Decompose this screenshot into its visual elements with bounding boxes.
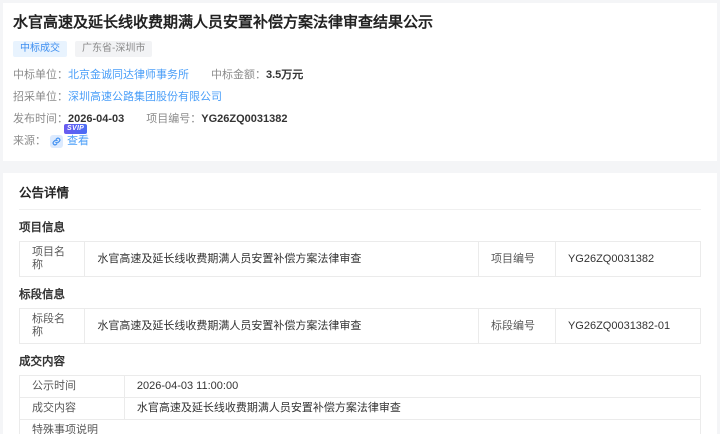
meta-row-source: 来源： 查看 SVIP xyxy=(13,124,707,148)
section-no-value: YG26ZQ0031382-01 xyxy=(554,308,702,344)
page-title: 水官高速及延长线收费期满人员安置补偿方案法律审查结果公示 xyxy=(13,14,434,31)
group-title-section-info: 标段信息 xyxy=(19,289,65,301)
group-title-project-info: 项目信息 xyxy=(19,222,65,234)
publish-label: 发布时间： xyxy=(13,113,68,125)
summary-card: 水官高速及延长线收费期满人员安置补偿方案法律审查结果公示 中标成交 广东省-深圳… xyxy=(3,3,717,161)
group-title-deal-content: 成交内容 xyxy=(19,356,65,368)
deal-content-label: 成交内容 xyxy=(19,397,125,420)
source-label: 来源： xyxy=(13,135,46,147)
meta-row-winner: 中标单位： 北京金诚同达律师事务所 中标金额： 3.5万元 xyxy=(13,68,707,82)
project-name-label: 项目名称 xyxy=(18,241,86,277)
table-row: 特殊事项说明 xyxy=(19,419,701,434)
project-no-cell-label: 项目编号 xyxy=(478,241,556,277)
amount-label: 中标金额： xyxy=(211,69,266,81)
section-no-label: 标段编号 xyxy=(478,308,556,344)
svip-badge[interactable]: SVIP xyxy=(64,124,88,134)
publish-time-value: 2026-04-03 11:00:00 xyxy=(123,375,702,398)
section-name-label: 标段名称 xyxy=(18,308,86,344)
detail-card: 公告详情 项目信息 项目名称 水官高速及延长线收费期满人员安置补偿方案法律审查 … xyxy=(3,173,717,434)
table-row: 公示时间 2026-04-03 11:00:00 xyxy=(19,375,702,398)
special-note-label: 特殊事项说明 xyxy=(19,419,701,434)
deal-content-table: 公示时间 2026-04-03 11:00:00 成交内容 水官高速及延长线收费… xyxy=(19,375,702,434)
badge-row: 中标成交 广东省-深圳市 xyxy=(13,41,707,57)
purchaser-label: 招采单位： xyxy=(13,91,68,103)
table-row: 项目名称 水官高速及延长线收费期满人员安置补偿方案法律审查 项目编号 YG26Z… xyxy=(18,241,702,277)
section-title: 公告详情 xyxy=(19,182,701,210)
deal-content-value: 水官高速及延长线收费期满人员安置补偿方案法律审查 xyxy=(123,397,702,420)
project-no-label: 项目编号： xyxy=(146,113,202,125)
source-view-link[interactable]: 查看 SVIP xyxy=(50,124,89,148)
table-row: 成交内容 水官高速及延长线收费期满人员安置补偿方案法律审查 xyxy=(19,397,702,420)
meta-row-purchaser: 招采单位： 深圳高速公路集团股份有限公司 xyxy=(13,90,707,104)
source-view-label[interactable]: 查看 xyxy=(67,134,89,148)
meta-row-publish: 发布时间： 2026-04-03 项目编号： YG26ZQ0031382 xyxy=(13,112,707,126)
amount-value: 3.5万元 xyxy=(266,69,304,81)
announcement-page: 水官高速及延长线收费期满人员安置补偿方案法律审查结果公示 中标成交 广东省-深圳… xyxy=(0,0,720,434)
winner-label: 中标单位： xyxy=(13,69,68,81)
project-no-value: YG26ZQ0031382 xyxy=(201,113,288,125)
section-info-table: 标段名称 水官高速及延长线收费期满人员安置补偿方案法律审查 标段编号 YG26Z… xyxy=(18,308,702,344)
section-name-value: 水官高速及延长线收费期满人员安置补偿方案法律审查 xyxy=(84,308,479,344)
winner-link[interactable]: 北京金诚同达律师事务所 xyxy=(68,68,189,82)
project-name-value: 水官高速及延长线收费期满人员安置补偿方案法律审查 xyxy=(84,241,479,277)
purchaser-link[interactable]: 深圳高速公路集团股份有限公司 xyxy=(68,90,222,104)
project-info-table: 项目名称 水官高速及延长线收费期满人员安置补偿方案法律审查 项目编号 YG26Z… xyxy=(18,241,702,277)
project-no-cell-value: YG26ZQ0031382 xyxy=(554,241,702,277)
region-badge: 广东省-深圳市 xyxy=(75,41,153,57)
table-row: 标段名称 水官高速及延长线收费期满人员安置补偿方案法律审查 标段编号 YG26Z… xyxy=(18,308,702,344)
publish-time-label: 公示时间 xyxy=(19,375,125,398)
link-icon[interactable] xyxy=(50,134,63,148)
status-badge: 中标成交 xyxy=(13,41,67,57)
